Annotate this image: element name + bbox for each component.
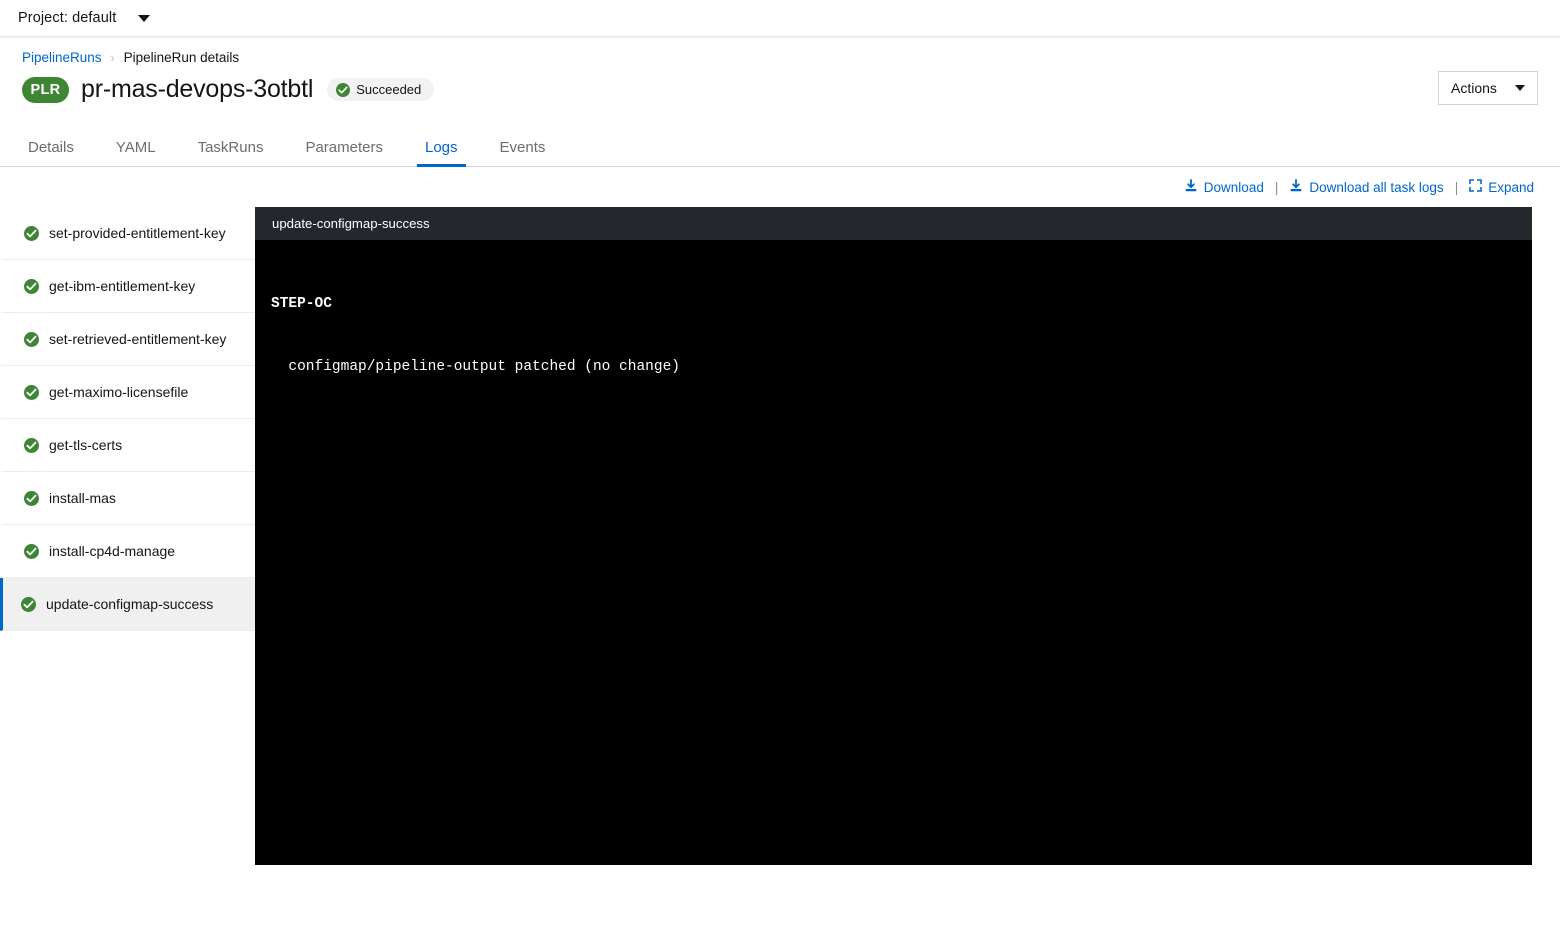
caret-down-icon [1515,85,1525,91]
expand-link[interactable]: Expand [1469,179,1534,195]
tab-bar: Details YAML TaskRuns Parameters Logs Ev… [0,126,1560,167]
expand-link-label: Expand [1488,179,1534,195]
download-icon [1289,178,1303,196]
log-step-label: STEP-OC [271,296,332,313]
task-list-item-set-retrieved-entitlement-key[interactable]: set-retrieved-entitlement-key [0,313,255,366]
task-list-item-label: get-tls-certs [49,437,123,453]
task-list: set-provided-entitlement-key get-ibm-ent… [0,207,255,631]
breadcrumb-separator-icon: › [110,50,115,65]
check-circle-icon [21,596,36,612]
toolbar-separator-2: | [1454,179,1459,195]
actions-button-label: Actions [1451,80,1497,96]
tab-events[interactable]: Events [488,140,558,166]
check-circle-icon [24,384,39,400]
check-circle-icon [24,278,39,294]
breadcrumb: PipelineRuns › PipelineRun details [0,36,1560,65]
check-circle-icon [24,543,39,559]
log-viewer: update-configmap-success STEP-OC configm… [255,207,1532,865]
task-list-item-set-provided-entitlement-key[interactable]: set-provided-entitlement-key [0,207,255,260]
actions-button[interactable]: Actions [1438,71,1538,105]
tab-taskruns[interactable]: TaskRuns [186,140,276,166]
project-selector-label[interactable]: Project: default [18,10,116,26]
task-list-item-update-configmap-success[interactable]: update-configmap-success [0,578,255,631]
log-output-line: configmap/pipeline-output patched (no ch… [271,359,680,376]
download-icon [1184,178,1198,196]
task-list-item-install-cp4d-manage[interactable]: install-cp4d-manage [0,525,255,578]
check-circle-icon [24,437,39,453]
log-toolbar: Download | Download all task logs | Expa… [0,167,1560,207]
task-list-item-label: install-mas [49,490,116,506]
check-circle-icon [24,225,39,241]
toolbar-separator-1: | [1274,179,1279,195]
task-list-item-label: get-ibm-entitlement-key [49,278,196,294]
tab-yaml[interactable]: YAML [104,140,168,166]
task-list-item-label: update-configmap-success [46,596,214,612]
status-badge-label: Succeeded [356,82,422,97]
download-link-label: Download [1203,179,1264,195]
task-list-item-label: get-maximo-licensefile [49,384,189,400]
task-list-item-label: set-provided-entitlement-key [49,225,226,241]
task-list-item-get-maximo-licensefile[interactable]: get-maximo-licensefile [0,366,255,419]
task-list-item-install-mas[interactable]: install-mas [0,472,255,525]
log-output[interactable]: STEP-OC configmap/pipeline-output patche… [255,240,1532,865]
check-circle-icon [24,490,39,506]
task-list-item-label: set-retrieved-entitlement-key [49,331,227,347]
resource-kind-badge: PLR [22,76,69,103]
check-circle-icon [336,82,351,97]
page-title-row: PLR pr-mas-devops-3otbtl Succeeded Actio… [0,65,1560,105]
tab-logs[interactable]: Logs [413,140,470,167]
tab-parameters[interactable]: Parameters [293,140,395,166]
task-list-item-label: install-cp4d-manage [49,543,176,559]
download-link[interactable]: Download [1184,178,1264,196]
tab-details[interactable]: Details [22,140,86,166]
check-circle-icon [24,331,39,347]
log-viewer-header: update-configmap-success [255,207,1532,240]
page-title: pr-mas-devops-3otbtl [81,75,314,103]
task-list-item-get-ibm-entitlement-key[interactable]: get-ibm-entitlement-key [0,260,255,313]
project-bar: Project: default [0,0,1560,36]
breadcrumb-current: PipelineRun details [123,50,240,65]
status-badge: Succeeded [327,78,435,101]
download-all-task-logs-link[interactable]: Download all task logs [1289,178,1444,196]
logs-body: set-provided-entitlement-key get-ibm-ent… [0,207,1560,887]
download-all-task-logs-label: Download all task logs [1309,179,1444,195]
expand-icon [1469,179,1482,195]
breadcrumb-link-pipelineruns[interactable]: PipelineRuns [22,50,102,65]
log-viewer-title: update-configmap-success [272,216,430,231]
task-list-item-get-tls-certs[interactable]: get-tls-certs [0,419,255,472]
chevron-down-icon[interactable] [138,14,151,22]
